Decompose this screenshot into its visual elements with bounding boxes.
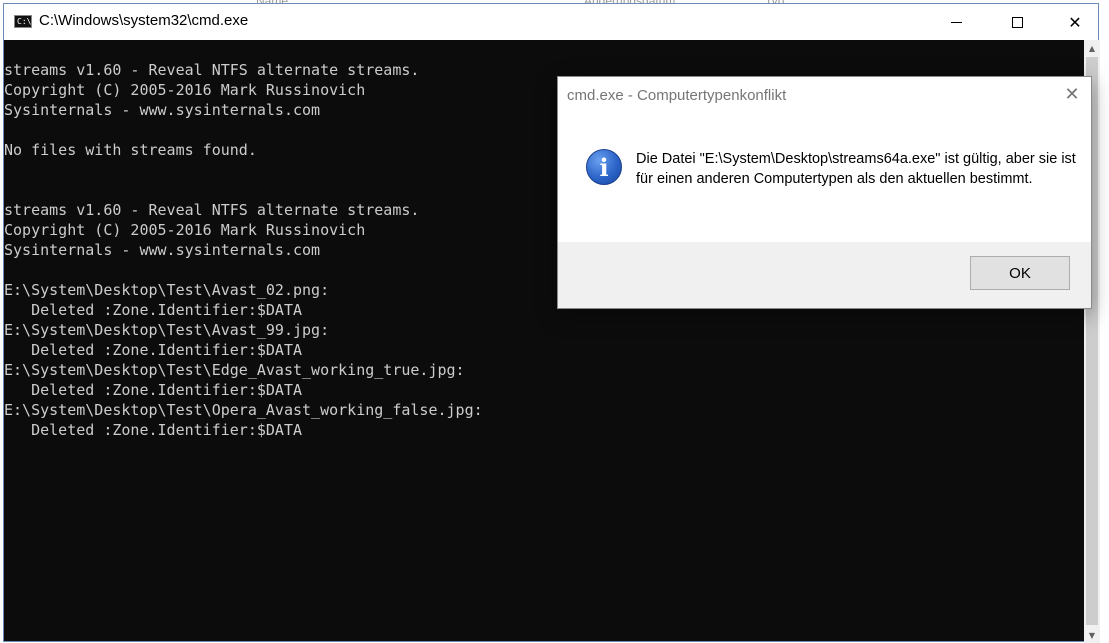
minimize-icon xyxy=(950,21,962,23)
console-icon: C:\ xyxy=(14,15,32,28)
console-line: E:\System\Desktop\Test\Avast_99.jpg: xyxy=(4,321,330,339)
minimize-button[interactable] xyxy=(933,4,979,40)
console-line: E:\System\Desktop\Test\Edge_Avast_workin… xyxy=(4,361,465,379)
window-title: C:\Windows\system32\cmd.exe xyxy=(39,12,249,29)
ok-button[interactable]: OK xyxy=(970,256,1070,290)
maximize-button[interactable] xyxy=(994,4,1040,40)
close-button[interactable]: ✕ xyxy=(1052,4,1098,40)
dialog-close-button[interactable]: ✕ xyxy=(1053,77,1091,111)
console-line: Deleted :Zone.Identifier:$DATA xyxy=(4,381,303,399)
info-icon: i xyxy=(586,149,622,185)
dialog-message: Die Datei "E:\System\Desktop\streams64a.… xyxy=(636,151,1076,187)
dialog-title: cmd.exe - Computertypenkonflikt xyxy=(567,87,787,104)
scroll-down-arrow-icon[interactable]: ▼ xyxy=(1084,627,1100,643)
console-line: E:\System\Desktop\Test\Opera_Avast_worki… xyxy=(4,401,483,419)
cmd-title-bar[interactable]: C:\ C:\Windows\system32\cmd.exe ✕ xyxy=(4,4,1098,40)
close-icon: ✕ xyxy=(1068,12,1082,32)
dialog-button-bar: OK xyxy=(558,242,1091,308)
close-icon: ✕ xyxy=(1064,83,1080,105)
scroll-up-arrow-icon[interactable]: ▲ xyxy=(1084,40,1100,56)
console-line: Deleted :Zone.Identifier:$DATA xyxy=(4,421,303,439)
computer-type-conflict-dialog: cmd.exe - Computertypenkonflikt ✕ i Die … xyxy=(557,76,1092,309)
console-line: Deleted :Zone.Identifier:$DATA xyxy=(4,341,303,359)
maximize-icon xyxy=(1011,16,1023,28)
background-window-edge xyxy=(1099,40,1109,642)
